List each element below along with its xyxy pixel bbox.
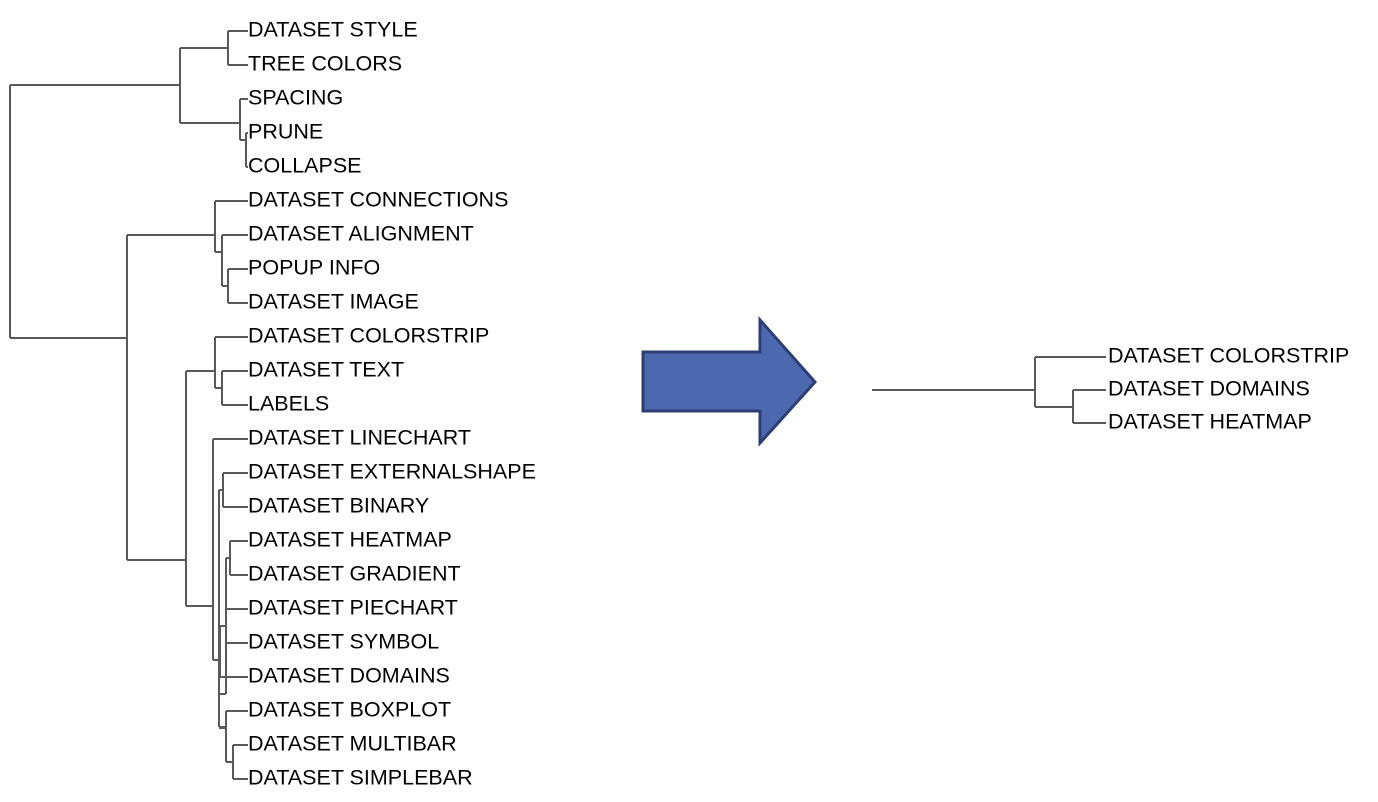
leaf-label[interactable]: COLLAPSE xyxy=(248,154,362,178)
leaf-label[interactable]: DATASET HEATMAP xyxy=(248,528,452,552)
leaf-label[interactable]: DATASET IMAGE xyxy=(248,290,419,314)
leaf-label[interactable]: DATASET GRADIENT xyxy=(248,562,461,586)
leaf-label[interactable]: DATASET PIECHART xyxy=(248,596,458,620)
full-dendrogram-panel: DATASET STYLE TREE COLORS SPACING PRUNE … xyxy=(9,18,536,790)
subcluster-leaf-label[interactable]: DATASET DOMAINS xyxy=(1108,377,1310,401)
leaf-label[interactable]: DATASET SYMBOL xyxy=(248,630,439,654)
leaf-label[interactable]: TREE COLORS xyxy=(248,52,402,76)
leaf-label[interactable]: DATASET COLORSTRIP xyxy=(248,324,489,348)
leaf-label[interactable]: SPACING xyxy=(248,86,343,110)
leaf-label[interactable]: DATASET MULTIBAR xyxy=(248,732,457,756)
leaf-label[interactable]: LABELS xyxy=(248,392,329,416)
full-dendrogram-labels: DATASET STYLE TREE COLORS SPACING PRUNE … xyxy=(248,18,536,790)
right-arrow-icon xyxy=(641,316,818,447)
leaf-label[interactable]: DATASET SIMPLEBAR xyxy=(248,766,473,790)
leaf-label[interactable]: DATASET DOMAINS xyxy=(248,664,450,688)
leaf-label[interactable]: DATASET BOXPLOT xyxy=(248,698,451,722)
subcluster-dendrogram-labels: DATASET COLORSTRIP DATASET DOMAINS DATAS… xyxy=(1108,344,1349,434)
full-dendrogram-links xyxy=(9,30,248,780)
subcluster-dendrogram-panel: DATASET COLORSTRIP DATASET DOMAINS DATAS… xyxy=(872,344,1349,434)
leaf-label[interactable]: DATASET STYLE xyxy=(248,18,418,42)
leaf-label[interactable]: DATASET ALIGNMENT xyxy=(248,222,474,246)
leaf-label[interactable]: POPUP INFO xyxy=(248,256,380,280)
subcluster-leaf-label[interactable]: DATASET COLORSTRIP xyxy=(1108,344,1349,368)
leaf-label[interactable]: DATASET CONNECTIONS xyxy=(248,188,508,212)
subcluster-leaf-label[interactable]: DATASET HEATMAP xyxy=(1108,410,1312,434)
subcluster-dendrogram-links xyxy=(872,356,1106,424)
leaf-label[interactable]: DATASET TEXT xyxy=(248,358,404,382)
leaf-label[interactable]: DATASET BINARY xyxy=(248,494,429,518)
leaf-label[interactable]: DATASET LINECHART xyxy=(248,426,471,450)
leaf-label[interactable]: DATASET EXTERNALSHAPE xyxy=(248,460,536,484)
leaf-label[interactable]: PRUNE xyxy=(248,120,323,144)
dendrogram-figure: DATASET STYLE TREE COLORS SPACING PRUNE … xyxy=(9,18,1349,790)
